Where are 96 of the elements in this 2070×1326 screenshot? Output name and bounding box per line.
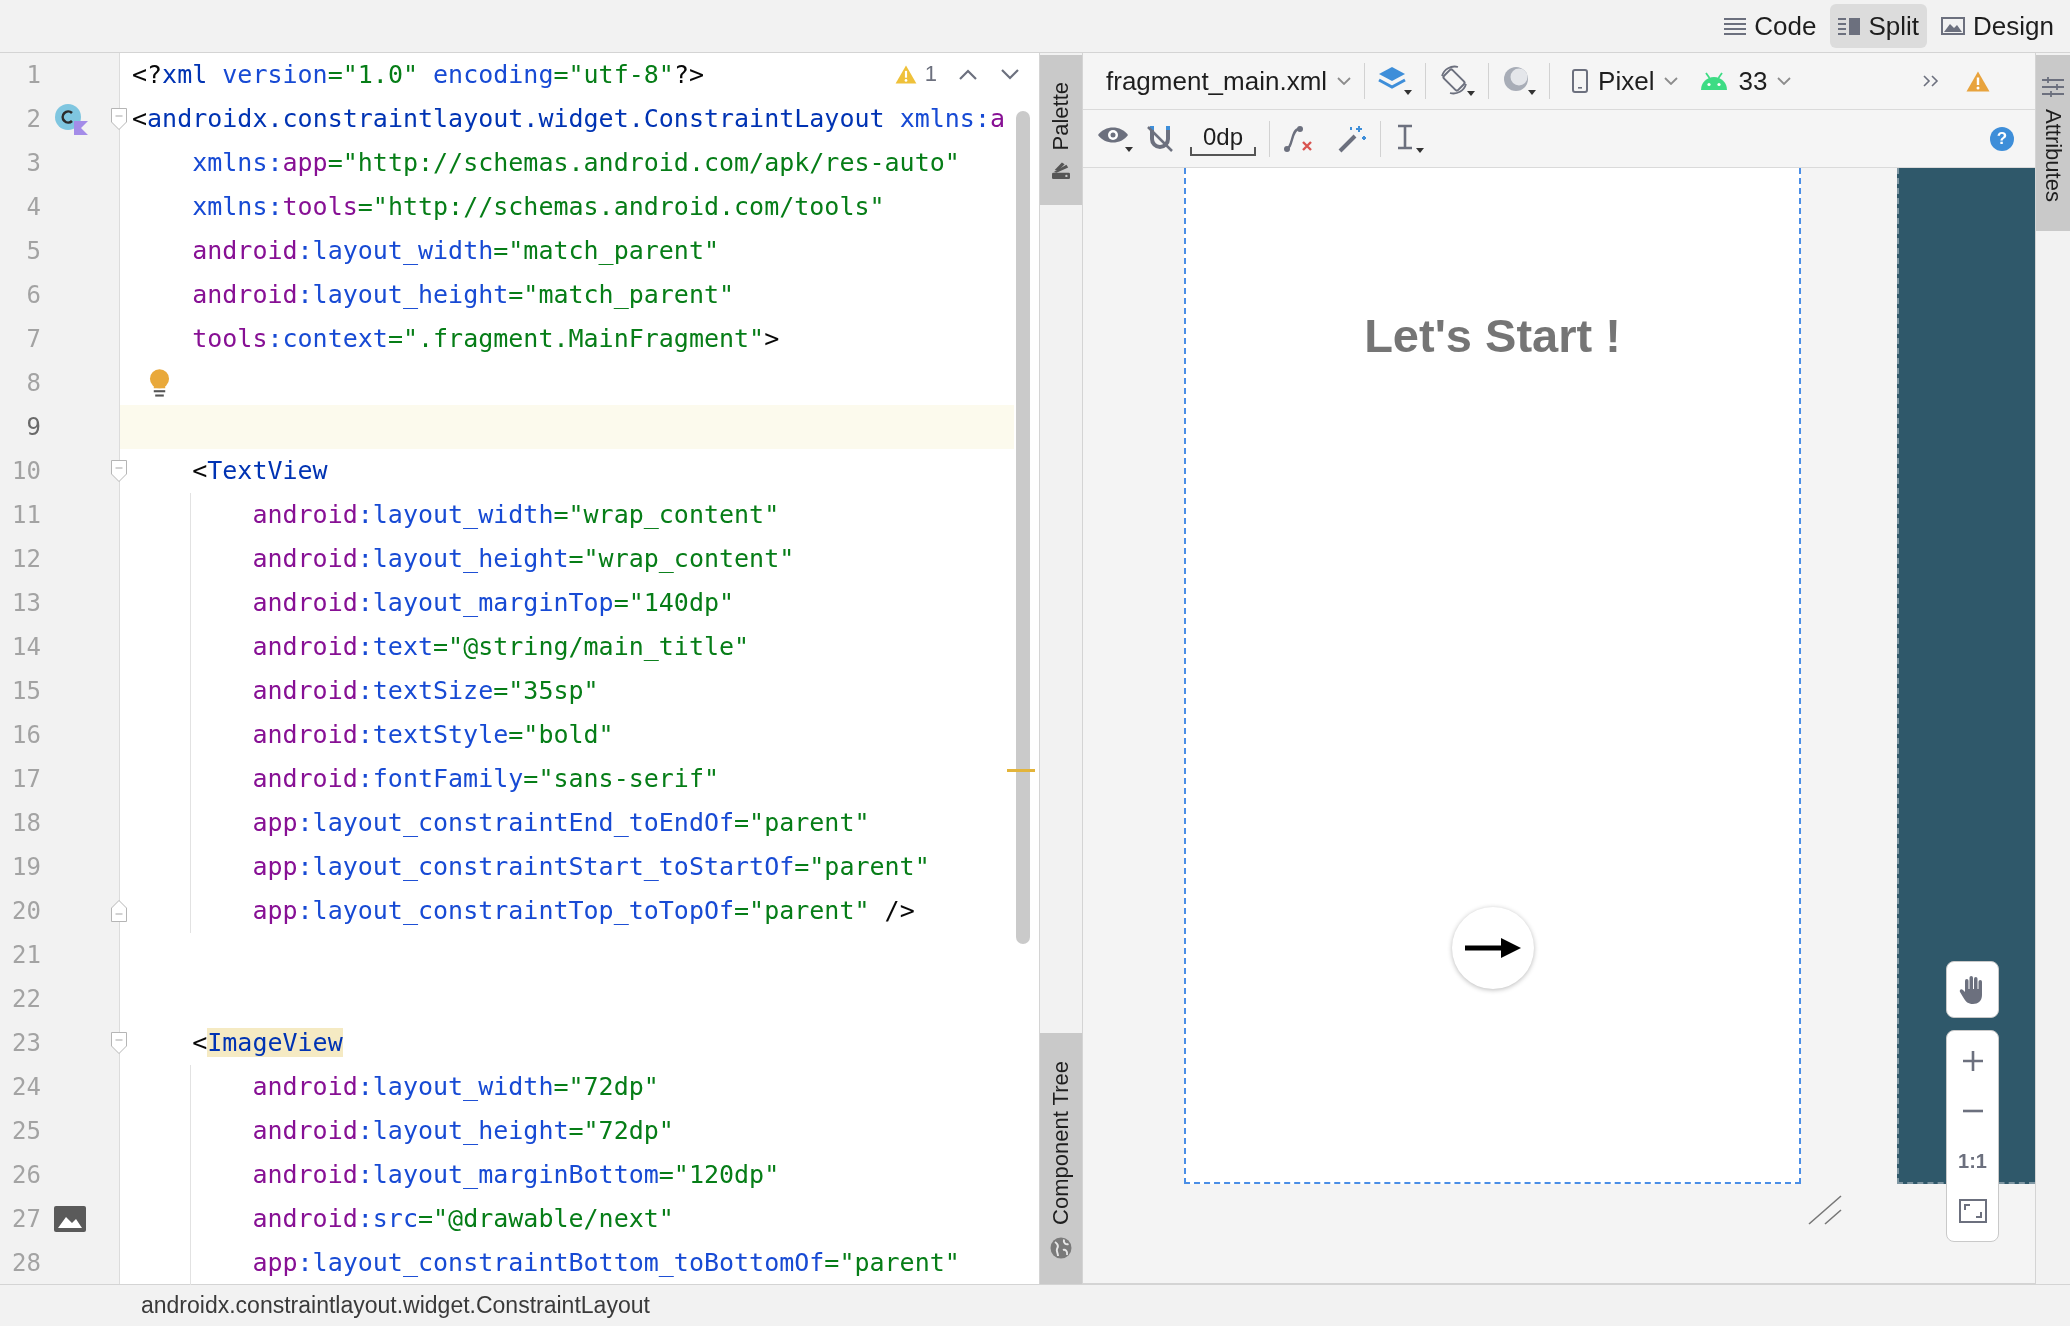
code-line: <?xml version="1.0" encoding="utf-8"?> xyxy=(132,59,704,91)
line-number: 4 xyxy=(25,192,41,223)
double-chevron-icon[interactable] xyxy=(1923,75,1939,87)
resize-handle-icon[interactable] xyxy=(1808,1195,1842,1225)
code-line: app:layout_constraintTop_toTopOf="parent" /> xyxy=(252,895,915,927)
code-line: android:text="@string/main_title" xyxy=(252,631,750,663)
line-number: 2 xyxy=(25,104,41,135)
magic-wand-icon[interactable] xyxy=(1337,123,1368,154)
design-view-button[interactable]: Design xyxy=(1933,4,2062,48)
picture-icon xyxy=(1941,17,1966,35)
line-number: 24 xyxy=(11,1072,41,1103)
code-line: app:layout_constraintStart_toStartOf="parent" xyxy=(252,851,930,883)
file-dropdown[interactable]: fragment_main.xml xyxy=(1106,61,1352,101)
lightbulb-icon[interactable] xyxy=(149,368,170,398)
code-line: tools:context=".fragment.MainFragment"> xyxy=(192,323,780,355)
code-line: app:layout_constraintBottom_toBottomOf="parent" xyxy=(252,1247,960,1279)
attributes-tab[interactable]: Attributes xyxy=(2036,55,2070,231)
line-number: 16 xyxy=(11,720,41,751)
magnet-off-icon[interactable] xyxy=(1146,124,1174,153)
clear-constraints-icon[interactable] xyxy=(1283,124,1314,153)
line-number: 23 xyxy=(11,1028,41,1059)
line-number: 9 xyxy=(25,412,41,443)
android-icon xyxy=(1700,72,1729,90)
line-number: 15 xyxy=(11,676,41,707)
arrow-right-icon xyxy=(1451,907,1534,989)
code-line: android:textStyle="bold" xyxy=(252,719,614,751)
device-dropdown[interactable]: Pixel xyxy=(1572,61,1679,101)
zoom-in-icon[interactable] xyxy=(1962,1051,1983,1071)
preview-title: Let's Start ! xyxy=(1364,309,1621,363)
line-number: 27 xyxy=(11,1204,41,1235)
rotate-icon[interactable] xyxy=(1439,65,1476,97)
split-view-icon xyxy=(1838,17,1861,35)
chevron-down-icon xyxy=(1337,77,1352,85)
zoom-out-icon[interactable] xyxy=(1962,1109,1983,1113)
code-line: android:textSize="35sp" xyxy=(252,675,599,707)
code-line: android:layout_height="wrap_content" xyxy=(252,543,795,575)
palette-icon xyxy=(1051,162,1071,180)
code-line: xmlns:tools="http://schemas.android.com/tools" xyxy=(192,191,885,223)
line-number: 19 xyxy=(11,852,41,883)
scrollbar-thumb[interactable] xyxy=(1016,111,1030,944)
line-number: 7 xyxy=(25,324,41,355)
code-line: android:fontFamily="sans-serif" xyxy=(252,763,719,795)
line-number: 8 xyxy=(25,368,41,399)
globe-icon xyxy=(1050,1237,1072,1259)
warning-count[interactable]: 1 xyxy=(924,61,937,87)
line-number: 6 xyxy=(25,280,41,311)
class-icon[interactable] xyxy=(54,103,88,135)
lines-icon xyxy=(1724,17,1747,35)
line-number: 14 xyxy=(11,632,41,663)
code-view-button[interactable]: Code xyxy=(1716,4,1825,48)
line-number: 12 xyxy=(11,544,41,575)
code-line: android:layout_width="72dp" xyxy=(252,1071,659,1103)
chevron-down-icon xyxy=(1777,77,1792,85)
code-line: android:src="@drawable/next" xyxy=(252,1203,674,1235)
line-number: 13 xyxy=(11,588,41,619)
code-line: android:layout_marginTop="140dp" xyxy=(252,587,735,619)
api-level-dropdown[interactable]: 33 xyxy=(1700,61,1792,101)
phone-icon xyxy=(1572,69,1589,93)
line-number: 10 xyxy=(11,456,41,487)
code-line: app:layout_constraintEnd_toEndOf="parent" xyxy=(252,807,870,839)
line-number: 25 xyxy=(11,1116,41,1147)
chevron-down-icon xyxy=(1664,77,1679,85)
line-number: 3 xyxy=(25,148,41,179)
pan-button[interactable] xyxy=(1946,961,1999,1018)
actual-size-button[interactable]: 1:1 xyxy=(1958,1149,1987,1173)
code-line: android:layout_width="wrap_content" xyxy=(252,499,780,531)
line-number: 21 xyxy=(11,940,41,971)
code-line: android:layout_height="match_parent" xyxy=(192,279,735,311)
palette-tab[interactable]: Palette xyxy=(1040,55,1082,205)
split-view-button[interactable]: Split xyxy=(1830,4,1928,48)
chevron-down-icon[interactable] xyxy=(1001,68,1019,80)
line-number: 17 xyxy=(11,764,41,795)
image-icon[interactable] xyxy=(54,1206,86,1232)
code-line: android:layout_marginBottom="120dp" xyxy=(252,1159,780,1191)
code-line: <ImageView xyxy=(192,1027,343,1059)
fit-screen-icon[interactable] xyxy=(1958,1199,1987,1223)
code-line: <TextView xyxy=(192,455,328,487)
warning-stripe-marker[interactable] xyxy=(1007,769,1035,772)
line-number: 22 xyxy=(11,984,41,1015)
line-number: 26 xyxy=(11,1160,41,1191)
line-number: 28 xyxy=(11,1248,41,1279)
line-number: 1 xyxy=(25,60,41,91)
breadcrumb[interactable]: androidx.constraintlayout.widget.ConstraintLayout xyxy=(141,1292,650,1319)
line-number: 18 xyxy=(11,808,41,839)
component-tree-tab[interactable]: Component Tree xyxy=(1040,1033,1082,1284)
code-line: xmlns:app="http://schemas.android.com/apk/res-auto" xyxy=(192,147,960,179)
line-number: 11 xyxy=(11,500,41,531)
layers-icon[interactable] xyxy=(1378,66,1413,96)
margin-field[interactable]: 0dp xyxy=(1190,121,1257,156)
line-number: 5 xyxy=(25,236,41,267)
sliders-icon xyxy=(2042,77,2064,97)
chevron-up-icon[interactable] xyxy=(959,68,977,80)
code-line: android:layout_height="72dp" xyxy=(252,1115,674,1147)
line-number: 20 xyxy=(11,896,41,927)
code-line: android:layout_width="match_parent" xyxy=(192,235,719,267)
code-line: <androidx.constraintlayout.widget.ConstraintLayout xmlns:a xyxy=(132,103,1005,135)
